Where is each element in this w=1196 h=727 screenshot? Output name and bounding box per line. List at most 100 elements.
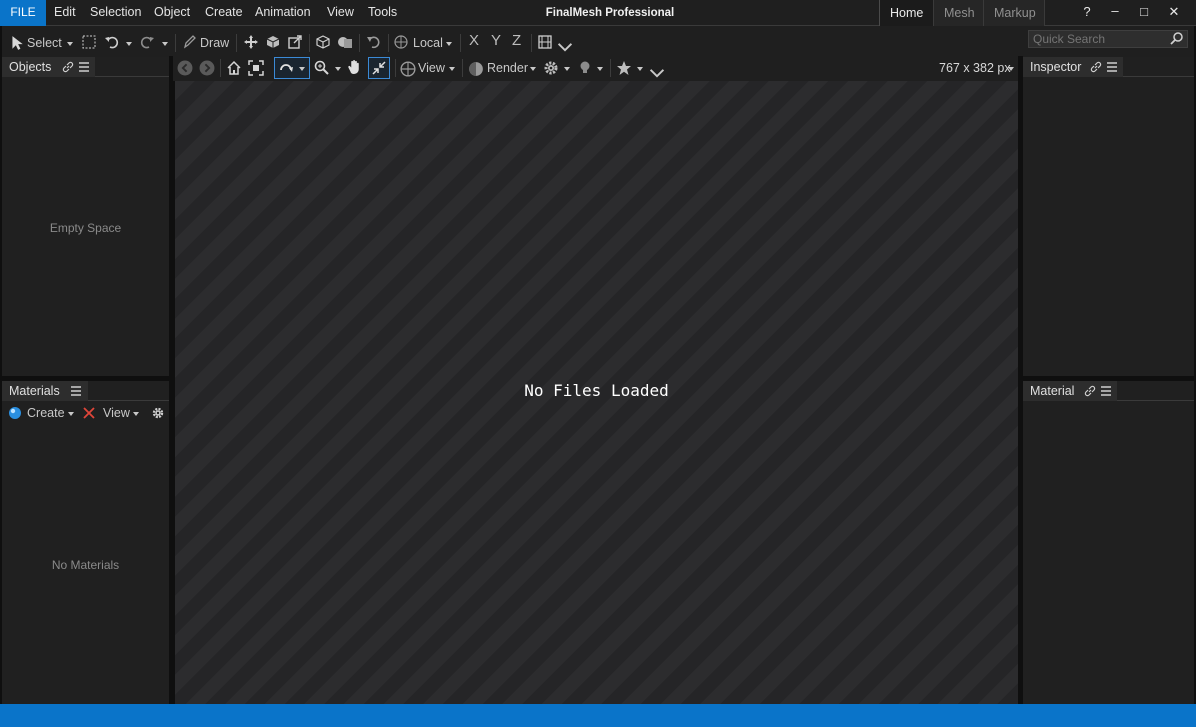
pen-icon[interactable] — [182, 34, 198, 50]
objects-panel-title: Objects — [9, 60, 52, 74]
minimize-button[interactable]: – — [1100, 0, 1130, 26]
zoom-extents-icon[interactable] — [248, 60, 264, 76]
film-icon[interactable] — [537, 34, 553, 50]
toolbar-separator — [610, 59, 611, 77]
tab-home[interactable]: Home — [879, 0, 933, 26]
select-dropdown-icon[interactable] — [67, 42, 73, 46]
light-dropdown-icon[interactable] — [597, 67, 603, 71]
delete-icon[interactable] — [83, 407, 95, 419]
redo-dropdown-icon[interactable] — [162, 42, 168, 46]
coordinate-system-icon[interactable] — [393, 34, 409, 50]
menu-edit[interactable]: Edit — [54, 0, 76, 26]
window-border-left — [0, 26, 2, 704]
maximize-button[interactable]: □ — [1129, 0, 1159, 26]
view-cube-icon[interactable] — [400, 61, 416, 77]
quick-search-input[interactable] — [1028, 30, 1188, 48]
x-axis-button[interactable]: X — [469, 31, 479, 51]
view-dropdown-icon[interactable] — [133, 412, 139, 416]
cursor-icon[interactable] — [9, 35, 25, 51]
orbit-dropdown-icon[interactable] — [299, 67, 305, 71]
header-divider — [88, 400, 169, 401]
undo-dropdown-icon[interactable] — [126, 42, 132, 46]
menu-create[interactable]: Create — [205, 0, 243, 26]
move-icon[interactable] — [243, 34, 259, 50]
local-dropdown-icon[interactable] — [446, 42, 452, 46]
star-icon[interactable] — [616, 60, 632, 76]
render-sphere-icon[interactable] — [468, 61, 484, 77]
orbit-icon — [280, 64, 293, 72]
viewport-size-label[interactable]: 767 x 382 px — [939, 58, 1011, 78]
link-icon[interactable] — [1090, 61, 1102, 73]
collapse-arrows-icon — [372, 61, 386, 75]
material-sphere-icon[interactable] — [8, 406, 22, 420]
3d-viewport[interactable]: No Files Loaded — [175, 81, 1018, 704]
cube-icon[interactable] — [315, 34, 331, 50]
panel-menu-icon[interactable] — [1100, 385, 1112, 397]
material-panel-title: Material — [1030, 384, 1075, 398]
create-material-button[interactable]: Create — [27, 403, 65, 423]
undo-icon[interactable] — [104, 34, 120, 50]
tab-mesh[interactable]: Mesh — [933, 0, 983, 26]
settings-dropdown-icon[interactable] — [564, 67, 570, 71]
search-icon[interactable] — [1170, 31, 1184, 45]
select-button[interactable]: Select — [27, 33, 62, 53]
panel-menu-icon[interactable] — [70, 385, 82, 397]
menu-view[interactable]: View — [327, 0, 354, 26]
toolbar-separator — [462, 59, 463, 77]
render-dropdown-icon[interactable] — [530, 67, 536, 71]
gear-icon[interactable] — [151, 406, 165, 420]
toolbar-separator — [175, 34, 176, 52]
help-button[interactable]: ? — [1072, 0, 1102, 26]
shape-icon[interactable] — [337, 34, 353, 50]
close-button[interactable]: ✕ — [1159, 0, 1189, 26]
link-icon[interactable] — [62, 61, 74, 73]
toolbar-separator — [220, 59, 221, 77]
materials-empty-text: No Materials — [51, 558, 120, 572]
home-icon[interactable] — [226, 60, 242, 76]
y-axis-button[interactable]: Y — [491, 31, 501, 51]
objects-empty-text: Empty Space — [49, 221, 122, 235]
menu-selection[interactable]: Selection — [90, 0, 141, 26]
menu-tools[interactable]: Tools — [368, 0, 397, 26]
inspector-panel: Inspector — [1023, 57, 1194, 376]
reset-transform-icon[interactable] — [366, 34, 382, 50]
chevron-down-icon[interactable] — [649, 65, 665, 81]
viewport-toolbar: View Render 767 x 382 px — [173, 56, 1022, 81]
tab-markup[interactable]: Markup — [983, 0, 1045, 26]
settings-gear-icon[interactable] — [543, 60, 559, 76]
materials-view-button[interactable]: View — [103, 403, 130, 423]
toolbar-separator — [236, 34, 237, 52]
size-dropdown-icon[interactable] — [1008, 67, 1014, 71]
create-dropdown-icon[interactable] — [68, 412, 74, 416]
z-axis-button[interactable]: Z — [512, 31, 521, 51]
menu-animation[interactable]: Animation — [255, 0, 311, 26]
viewport-view-button[interactable]: View — [418, 58, 445, 78]
scale-icon[interactable] — [287, 34, 303, 50]
title-bar: FILE Edit Selection Object Create Animat… — [0, 0, 1196, 26]
toolbar-separator — [388, 34, 389, 52]
rotate-object-icon[interactable] — [265, 34, 281, 50]
light-bulb-icon[interactable] — [577, 60, 593, 76]
panel-menu-icon[interactable] — [78, 61, 90, 73]
panel-menu-icon[interactable] — [1106, 61, 1118, 73]
star-dropdown-icon[interactable] — [637, 67, 643, 71]
toolbar-separator — [359, 34, 360, 52]
pan-hand-icon[interactable] — [347, 59, 363, 75]
menu-object[interactable]: Object — [154, 0, 190, 26]
forward-icon[interactable] — [199, 60, 215, 76]
render-button[interactable]: Render — [487, 58, 528, 78]
file-menu-button[interactable]: FILE — [0, 0, 46, 26]
link-icon[interactable] — [1084, 385, 1096, 397]
material-panel: Material — [1023, 381, 1194, 704]
zoom-dropdown-icon[interactable] — [335, 67, 341, 71]
toolbar-separator — [460, 34, 461, 52]
back-icon[interactable] — [177, 60, 193, 76]
rectangle-select-icon[interactable] — [81, 34, 97, 50]
chevron-down-icon[interactable] — [557, 39, 573, 55]
materials-panel: Materials Create View No Materials — [2, 381, 169, 704]
view-dropdown-icon[interactable] — [449, 67, 455, 71]
zoom-icon[interactable] — [314, 60, 330, 76]
local-coords-button[interactable]: Local — [413, 33, 443, 53]
redo-icon[interactable] — [139, 34, 155, 50]
draw-button[interactable]: Draw — [200, 33, 229, 53]
